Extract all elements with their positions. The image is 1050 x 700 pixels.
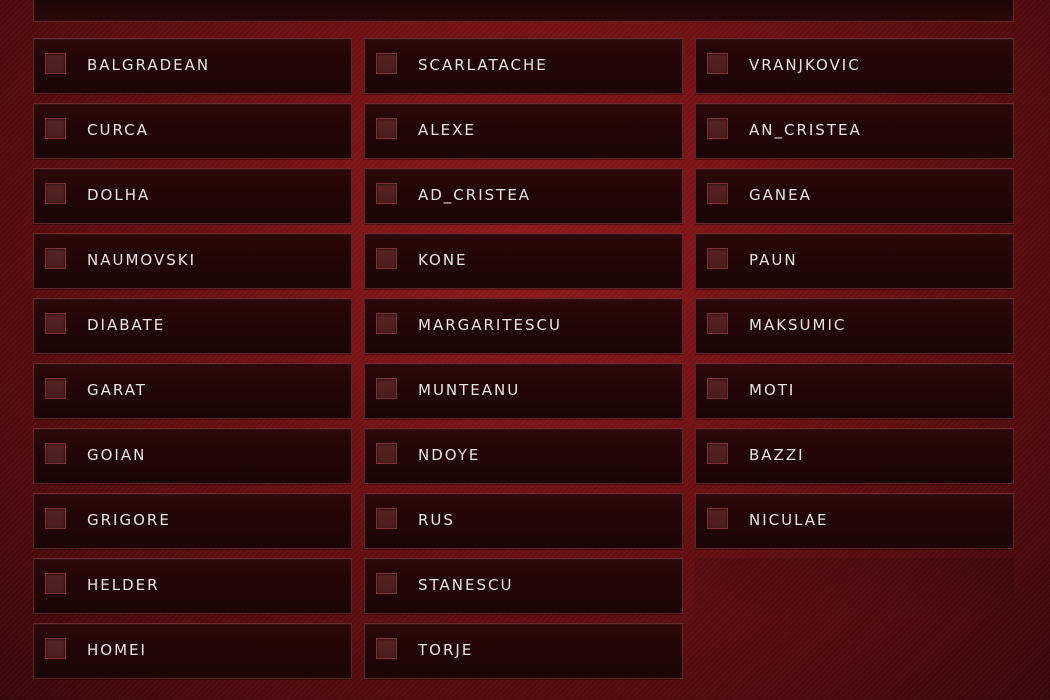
checkbox[interactable] [45, 378, 66, 399]
player-card-scarlatache[interactable]: SCARLATACHE [364, 38, 683, 94]
checkbox[interactable] [376, 508, 397, 529]
player-name: SCARLATACHE [418, 56, 548, 74]
player-card-homei[interactable]: HOMEI [33, 623, 352, 679]
player-name: CURCA [87, 121, 149, 139]
player-name: GARAT [87, 381, 147, 399]
player-name: HOMEI [87, 641, 147, 659]
player-name: BALGRADEAN [87, 56, 211, 74]
player-card-ad-cristea[interactable]: AD_CRISTEA [364, 168, 683, 224]
checkbox[interactable] [376, 573, 397, 594]
player-card-grigore[interactable]: GRIGORE [33, 493, 352, 549]
checkbox[interactable] [45, 313, 66, 334]
player-card-diabate[interactable]: DIABATE [33, 298, 352, 354]
player-card-stanescu[interactable]: STANESCU [364, 558, 683, 614]
player-name: HELDER [87, 576, 160, 594]
header-bar [33, 0, 1014, 22]
player-name: NDOYE [418, 446, 481, 464]
player-name: VRANJKOVIC [749, 56, 861, 74]
player-card-an-cristea[interactable]: AN_CRISTEA [695, 103, 1014, 159]
checkbox[interactable] [707, 248, 728, 269]
player-name: STANESCU [418, 576, 514, 594]
player-card-helder[interactable]: HELDER [33, 558, 352, 614]
player-card-niculae[interactable]: NICULAE [695, 493, 1014, 549]
checkbox[interactable] [376, 378, 397, 399]
player-card-maksumic[interactable]: MAKSUMIC [695, 298, 1014, 354]
player-name: TORJE [418, 641, 474, 659]
player-name: MAKSUMIC [749, 316, 847, 334]
checkbox[interactable] [707, 313, 728, 334]
checkbox[interactable] [45, 573, 66, 594]
player-card-moti[interactable]: MOTI [695, 363, 1014, 419]
player-name: MUNTEANU [418, 381, 521, 399]
player-name: PAUN [749, 251, 798, 269]
player-card-munteanu[interactable]: MUNTEANU [364, 363, 683, 419]
checkbox[interactable] [376, 118, 397, 139]
player-card-ndoye[interactable]: NDOYE [364, 428, 683, 484]
player-name: DOLHA [87, 186, 151, 204]
player-name: MARGARITESCU [418, 316, 562, 334]
player-name: NICULAE [749, 511, 829, 529]
checkbox[interactable] [45, 638, 66, 659]
checkbox[interactable] [376, 53, 397, 74]
player-name: GOIAN [87, 446, 147, 464]
checkbox[interactable] [376, 443, 397, 464]
player-card-paun[interactable]: PAUN [695, 233, 1014, 289]
player-card-dolha[interactable]: DOLHA [33, 168, 352, 224]
player-name: KONE [418, 251, 468, 269]
checkbox[interactable] [45, 443, 66, 464]
player-name: AN_CRISTEA [749, 121, 862, 139]
checkbox[interactable] [45, 508, 66, 529]
checkbox[interactable] [707, 378, 728, 399]
checkbox[interactable] [707, 183, 728, 204]
checkbox[interactable] [376, 638, 397, 659]
checkbox[interactable] [707, 443, 728, 464]
checkbox[interactable] [376, 313, 397, 334]
player-name: GRIGORE [87, 511, 171, 529]
empty-slot [695, 558, 1014, 614]
checkbox[interactable] [45, 183, 66, 204]
player-card-alexe[interactable]: ALEXE [364, 103, 683, 159]
player-name: GANEA [749, 186, 812, 204]
player-card-garat[interactable]: GARAT [33, 363, 352, 419]
player-card-ganea[interactable]: GANEA [695, 168, 1014, 224]
checkbox[interactable] [376, 248, 397, 269]
player-card-goian[interactable]: GOIAN [33, 428, 352, 484]
player-name: ALEXE [418, 121, 476, 139]
checkbox[interactable] [45, 118, 66, 139]
player-name: MOTI [749, 381, 796, 399]
player-name: BAZZI [749, 446, 805, 464]
player-card-curca[interactable]: CURCA [33, 103, 352, 159]
player-card-naumovski[interactable]: NAUMOVSKI [33, 233, 352, 289]
player-card-rus[interactable]: RUS [364, 493, 683, 549]
player-name: RUS [418, 511, 455, 529]
checkbox[interactable] [707, 118, 728, 139]
player-selection-grid: BALGRADEAN CURCA DOLHA NAUMOVSKI DIABATE… [33, 38, 1015, 686]
player-name: AD_CRISTEA [418, 186, 532, 204]
player-card-vranjkovic[interactable]: VRANJKOVIC [695, 38, 1014, 94]
player-card-kone[interactable]: KONE [364, 233, 683, 289]
player-card-bazzi[interactable]: BAZZI [695, 428, 1014, 484]
player-card-torje[interactable]: TORJE [364, 623, 683, 679]
checkbox[interactable] [45, 53, 66, 74]
player-name: DIABATE [87, 316, 166, 334]
checkbox[interactable] [707, 53, 728, 74]
checkbox[interactable] [707, 508, 728, 529]
checkbox[interactable] [376, 183, 397, 204]
player-card-margaritescu[interactable]: MARGARITESCU [364, 298, 683, 354]
checkbox[interactable] [45, 248, 66, 269]
player-card-balgradean[interactable]: BALGRADEAN [33, 38, 352, 94]
player-name: NAUMOVSKI [87, 251, 196, 269]
